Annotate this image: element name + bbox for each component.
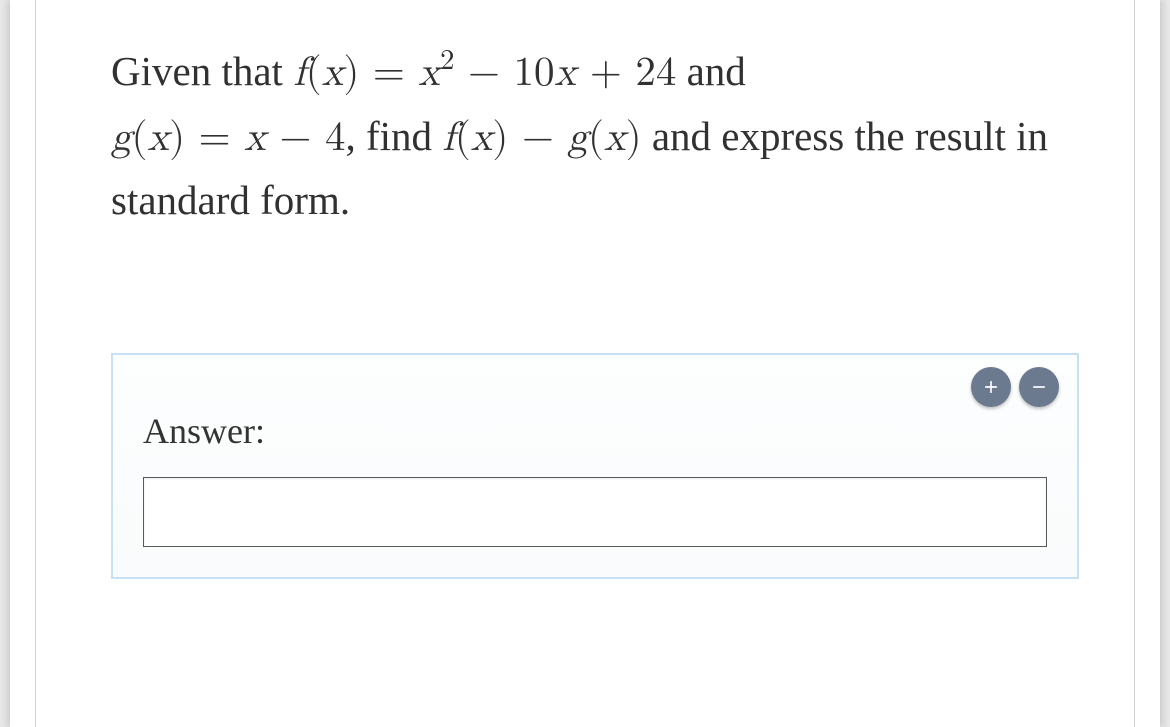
q-g-eq: g(x) = x − 4 [111, 117, 345, 158]
plus-icon [981, 377, 1001, 397]
q-fg-expr: f(x) − g(x) [442, 117, 641, 158]
q-find: , find [345, 113, 442, 159]
question-text: Given that f(x) = x2 − 10x + 24 and g(x)… [111, 40, 1079, 233]
answer-box: Answer: [111, 353, 1079, 579]
answer-label: Answer: [143, 410, 1047, 452]
answer-input[interactable] [143, 477, 1047, 547]
q-prefix: Given that [111, 48, 293, 94]
page-outer: Given that f(x) = x2 − 10x + 24 and g(x)… [10, 0, 1160, 727]
zoom-out-button[interactable] [1019, 367, 1059, 407]
page-inner: Given that f(x) = x2 − 10x + 24 and g(x)… [35, 0, 1135, 727]
minus-icon [1029, 377, 1049, 397]
answer-controls [971, 367, 1059, 407]
q-f-eq: f(x) = x2 − 10x + 24 [293, 52, 676, 93]
zoom-in-button[interactable] [971, 367, 1011, 407]
q-and: and [676, 48, 745, 94]
